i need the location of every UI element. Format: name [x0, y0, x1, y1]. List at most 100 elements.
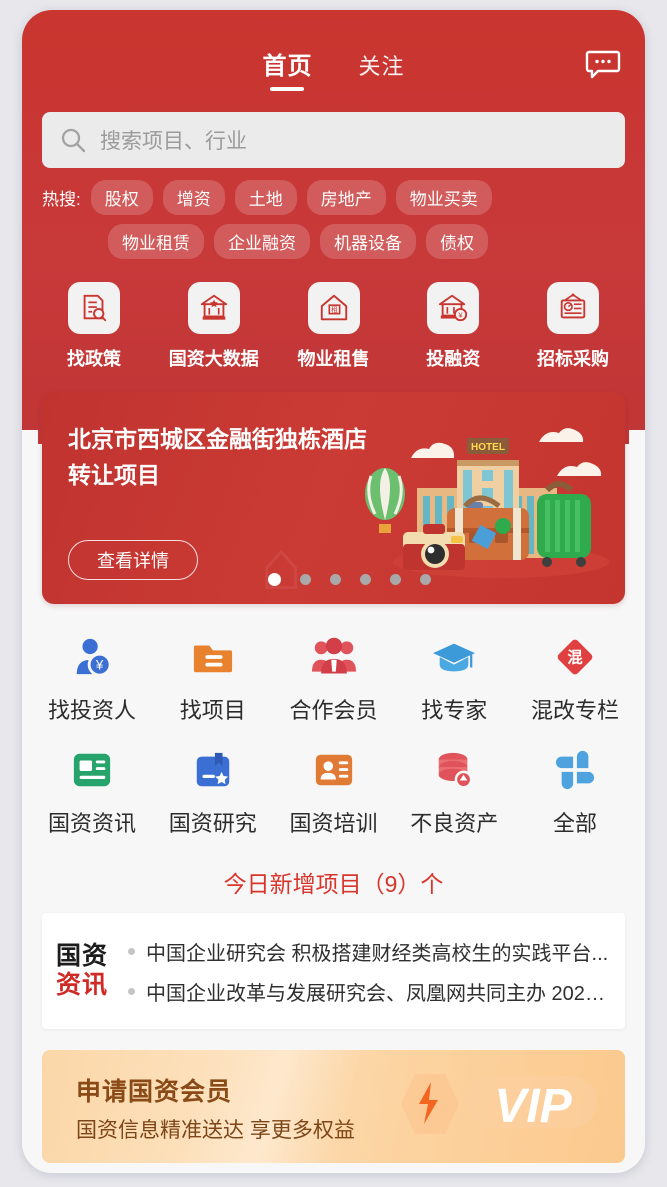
feature-grid-row-1: ¥ 找投资人 找项目 合作会员 找专家 混 混改专栏	[36, 634, 631, 725]
vip-subtitle: 国资信息精准送达 享更多权益	[76, 1119, 355, 1142]
quick-action-label: 找政策	[67, 349, 121, 369]
bank-coin-icon: ¥	[439, 294, 468, 322]
feature-grid-row-2: 国资资讯 国资研究 国资培训 不良资产 全部	[36, 747, 631, 838]
tile-bg: 租	[307, 282, 360, 334]
feature-label: 全部	[552, 811, 597, 836]
hot-search-row-1: 热搜: 股权 增资 土地 房地产 物业买卖	[42, 180, 632, 215]
id-card-icon	[278, 747, 390, 793]
tile-bg: ¥	[427, 282, 480, 334]
carousel-dot-1[interactable]	[268, 573, 281, 586]
chat-bubble-icon[interactable]	[585, 50, 621, 80]
quick-action-label: 物业租售	[297, 349, 370, 369]
diamond-mix-icon: 混	[519, 634, 631, 680]
feature-find-investor[interactable]: ¥ 找投资人	[36, 634, 148, 725]
feature-sasac-training[interactable]: 国资培训	[278, 747, 390, 838]
today-new-projects-heading: 今日新增项目（9）个	[223, 871, 444, 897]
banner-title: 北京市西城区金融街独栋酒店 转让项目	[68, 422, 398, 493]
feature-sasac-research[interactable]: 国资研究	[157, 747, 269, 838]
feature-label: 混改专栏	[530, 698, 619, 723]
logo-line-2: 资讯	[56, 971, 109, 999]
feature-find-project[interactable]: 找项目	[157, 634, 269, 725]
bookmark-star-icon	[157, 747, 269, 793]
banner-title-line2: 转让项目	[68, 461, 160, 488]
bullet-icon	[128, 987, 135, 995]
hot-tag-real-estate[interactable]: 房地产	[306, 180, 386, 215]
svg-text:租: 租	[331, 306, 338, 314]
hot-search-section: 热搜: 股权 增资 土地 房地产 物业买卖 物业租赁 企业融资 机器设备 债权	[42, 180, 632, 268]
vip-title: 申请国资会员	[76, 1078, 233, 1106]
hot-tag-enterprise-financing[interactable]: 企业融资	[214, 224, 310, 259]
quick-action-label: 投融资	[426, 349, 481, 369]
feature-find-expert[interactable]: 找专家	[398, 634, 510, 725]
feature-mixed-reform-column[interactable]: 混 混改专栏	[519, 634, 631, 725]
hot-tag-equity[interactable]: 股权	[90, 180, 153, 215]
carousel-dot-2[interactable]	[300, 574, 311, 585]
list-item[interactable]: 中国企业研究会 积极搭建财经类高校生的实践平台...	[128, 931, 611, 971]
hot-search-label: 热搜:	[42, 190, 81, 209]
mix-glyph: 混	[567, 650, 583, 667]
carousel-dot-6[interactable]	[420, 574, 431, 585]
news-item-list: 中国企业研究会 积极搭建财经类高校生的实践平台... 中国企业改革与发展研究会、…	[128, 931, 611, 1011]
list-item[interactable]: 中国企业改革与发展研究会、凤凰网共同主办 2021...	[128, 971, 611, 1011]
feature-label: 找投资人	[47, 698, 136, 723]
feature-all[interactable]: 全部	[519, 747, 631, 838]
house-rent-icon: 租	[320, 294, 347, 321]
coin-stack-icon	[398, 747, 510, 793]
bullet-icon	[128, 947, 135, 955]
hot-tag-land[interactable]: 土地	[234, 180, 297, 215]
view-details-button[interactable]: 查看详情	[68, 540, 198, 580]
feature-cooperation-members[interactable]: 合作会员	[278, 634, 390, 725]
feature-label: 国资培训	[289, 811, 378, 836]
hotel-sign-text: HOTEL	[471, 442, 505, 453]
feature-label: 合作会员	[289, 698, 378, 723]
feature-label: 不良资产	[410, 811, 499, 836]
carousel-dot-3[interactable]	[330, 574, 341, 585]
search-icon	[60, 127, 86, 153]
svg-text:¥: ¥	[95, 657, 104, 672]
hot-tag-property-lease[interactable]: 物业租赁	[108, 224, 204, 259]
tab-home[interactable]: 首页	[262, 46, 312, 91]
quick-action-investment-financing[interactable]: ¥ 投融资	[401, 282, 505, 371]
news-card-icon	[36, 747, 148, 793]
search-bar[interactable]: 搜索项目、行业	[42, 112, 625, 168]
quick-action-bidding-procurement[interactable]: 招标采购	[521, 282, 625, 371]
members-group-icon	[278, 634, 390, 680]
feature-bad-assets[interactable]: 不良资产	[398, 747, 510, 838]
tile-bg	[547, 282, 599, 334]
graduation-cap-icon	[398, 634, 510, 680]
bank-star-icon	[200, 294, 227, 320]
quick-action-sasac-bigdata[interactable]: 国资大数据	[162, 282, 266, 371]
quick-action-row: 找政策 国资大数据 租 物业租售 ¥ 投融资 招标采购	[42, 282, 625, 371]
carousel-dot-5[interactable]	[390, 574, 401, 585]
sasac-news-logo: 国资 资讯	[56, 942, 122, 1000]
promo-carousel-banner[interactable]: ⌂ 北京市西城区金融街独栋酒店 转让项目 查看详情 HOTEL	[42, 392, 625, 604]
hot-tag-property-trade[interactable]: 物业买卖	[395, 180, 492, 215]
carousel-dot-4[interactable]	[360, 574, 371, 585]
hot-tag-machinery[interactable]: 机器设备	[320, 224, 416, 259]
folder-icon	[157, 634, 269, 680]
quick-action-property-rent-sale[interactable]: 租 物业租售	[282, 282, 386, 371]
investor-person-icon: ¥	[36, 634, 148, 680]
app-screen: 首页 关注 搜索项目、行业 热搜: 股权 增资 土地 房地产 物业买卖 物业租赁…	[22, 10, 645, 1173]
feature-grid: ¥ 找投资人 找项目 合作会员 找专家 混 混改专栏 国资资讯 国资研究 国资培…	[22, 622, 645, 856]
hot-tag-debt[interactable]: 债权	[426, 224, 488, 259]
feature-label: 找专家	[421, 698, 488, 723]
quick-action-find-policy[interactable]: 找政策	[42, 282, 146, 371]
news-card[interactable]: 国资 资讯 中国企业研究会 积极搭建财经类高校生的实践平台... 中国企业改革与…	[42, 913, 625, 1029]
vip-badge-text: VIP	[494, 1080, 572, 1133]
watermark-decoration: ⌂	[260, 526, 303, 604]
grid-clover-icon	[519, 747, 631, 793]
carousel-dots[interactable]	[268, 573, 431, 586]
hot-tag-capital-increase[interactable]: 增资	[162, 180, 225, 215]
feature-sasac-news[interactable]: 国资资讯	[36, 747, 148, 838]
vip-membership-banner[interactable]: 申请国资会员 国资信息精准送达 享更多权益 VIP	[42, 1050, 625, 1163]
logo-line-1: 国资	[56, 942, 109, 970]
tab-follow[interactable]: 关注	[358, 49, 404, 91]
bid-board-icon	[560, 293, 586, 319]
search-input-placeholder: 搜索项目、行业	[100, 130, 247, 153]
feature-label: 找项目	[179, 698, 246, 723]
banner-title-line1: 北京市西城区金融街独栋酒店	[68, 426, 367, 452]
news-headline: 中国企业改革与发展研究会、凤凰网共同主办 2021...	[146, 982, 611, 1005]
vip-badge: VIP	[401, 1074, 597, 1134]
tile-bg	[68, 282, 120, 334]
